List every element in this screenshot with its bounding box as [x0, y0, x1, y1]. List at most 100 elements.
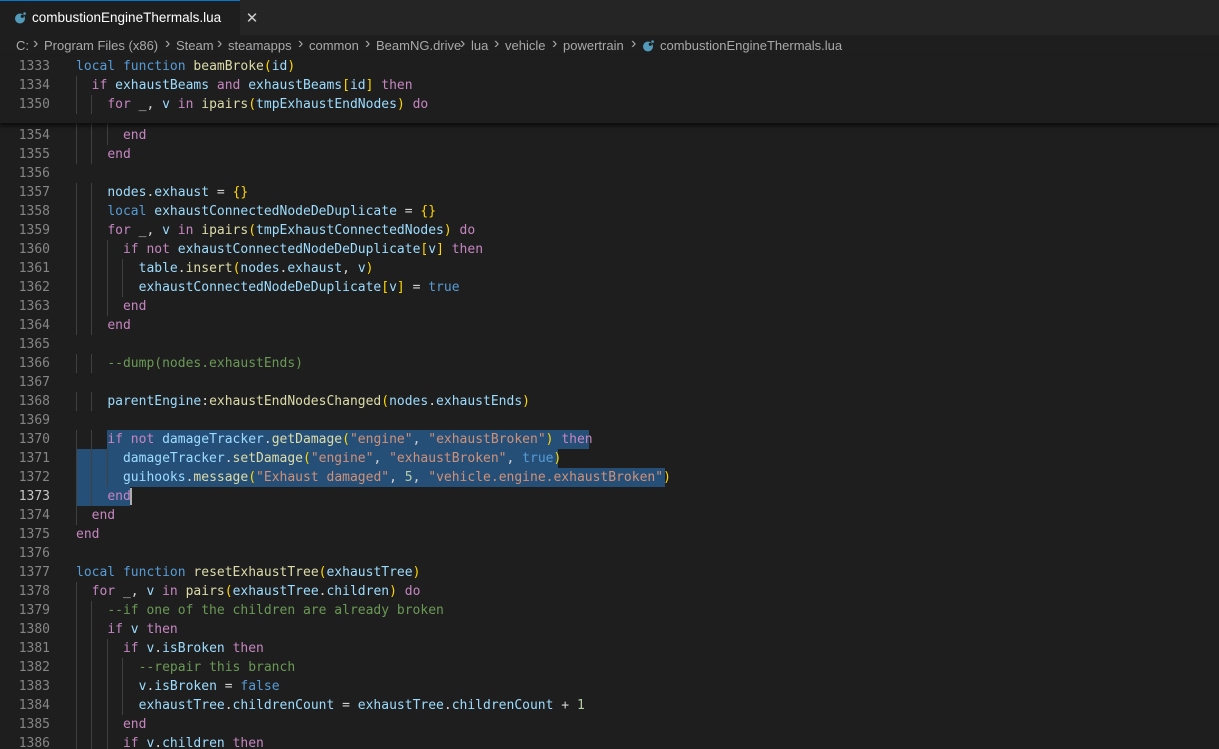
code-line: 1372 guihooks.message("Exhaust damaged",…: [0, 468, 1219, 487]
code-text[interactable]: end: [76, 145, 130, 164]
line-number: 1374: [18, 508, 50, 523]
lua-file-icon: [15, 12, 26, 24]
code-text[interactable]: table.insert(nodes.exhaust, v): [76, 259, 374, 278]
line-number: 1357: [18, 185, 50, 200]
code-text[interactable]: guihooks.message("Exhaust damaged", 5, "…: [76, 468, 671, 487]
line-number: 1385: [18, 717, 50, 732]
breadcrumb-item[interactable]: C:: [16, 38, 29, 53]
line-number: 1376: [18, 546, 50, 561]
code-line: 1379 --if one of the children are alread…: [0, 601, 1219, 620]
line-number: 1359: [18, 223, 50, 238]
code-line: 1373 end: [0, 487, 1219, 506]
line-number: 1363: [18, 299, 50, 314]
code-line: 1363 end: [0, 297, 1219, 316]
code-text[interactable]: local function beamBroke(id): [76, 57, 295, 76]
line-number: 1386: [18, 736, 50, 749]
chevron-right-icon: ›: [494, 35, 500, 52]
line-number: 1378: [18, 584, 50, 599]
code-line: 1358 local exhaustConnectedNodeDeDuplica…: [0, 202, 1219, 221]
close-icon: ✕: [245, 9, 259, 27]
line-number: 1383: [18, 679, 50, 694]
tab-combustion-engine-thermals[interactable]: combustionEngineThermals.lua: [0, 0, 240, 35]
tab-bar: combustionEngineThermals.lua ✕: [0, 0, 1219, 35]
code-text[interactable]: if v.isBroken then: [76, 639, 264, 658]
line-number: 1334: [18, 78, 50, 93]
breadcrumb-item[interactable]: combustionEngineThermals.lua: [660, 38, 842, 53]
code-text[interactable]: end: [76, 506, 115, 525]
code-line: 1381 if v.isBroken then: [0, 639, 1219, 658]
code-line: 1370 if not damageTracker.getDamage("eng…: [0, 430, 1219, 449]
line-number: 1373: [18, 489, 50, 504]
code-text[interactable]: --dump(nodes.exhaustEnds): [76, 354, 303, 373]
code-text[interactable]: if not damageTracker.getDamage("engine",…: [76, 430, 592, 449]
line-number: 1350: [18, 97, 50, 112]
code-text[interactable]: v.isBroken = false: [76, 677, 280, 696]
code-text[interactable]: if v.children then: [76, 734, 264, 749]
code-editor[interactable]: 1351 if not exhaustEndNodeDeDuplicate[v.…: [0, 57, 1219, 749]
code-line: 1374 end: [0, 506, 1219, 525]
line-number: 1369: [18, 413, 50, 428]
lua-file-icon: [643, 40, 654, 52]
breadcrumb-item[interactable]: powertrain: [563, 38, 624, 53]
chevron-right-icon: ›: [33, 35, 39, 52]
code-text[interactable]: nodes.exhaust = {}: [76, 183, 248, 202]
line-number: 1367: [18, 375, 50, 390]
code-line: 1368 parentEngine:exhaustEndNodesChanged…: [0, 392, 1219, 411]
code-text[interactable]: if exhaustBeams and exhaustBeams[id] the…: [76, 76, 413, 95]
breadcrumb-item[interactable]: vehicle: [505, 38, 545, 53]
breadcrumb-item[interactable]: BeamNG.drive: [376, 38, 461, 53]
breadcrumb-item[interactable]: common: [309, 38, 359, 53]
breadcrumb-item[interactable]: Program Files (x86): [44, 38, 158, 53]
code-text[interactable]: for _, v in ipairs(tmpExhaustEndNodes) d…: [76, 95, 428, 114]
breadcrumb-item[interactable]: steamapps: [228, 38, 292, 53]
close-tab-button[interactable]: ✕: [242, 8, 262, 28]
line-number: 1380: [18, 622, 50, 637]
sticky-line: 1333 local function beamBroke(id): [0, 57, 1219, 76]
code-text[interactable]: end: [76, 715, 146, 734]
code-text[interactable]: local function resetExhaustTree(exhaustT…: [76, 563, 420, 582]
code-text[interactable]: damageTracker.setDamage("engine", "exhau…: [76, 449, 561, 468]
line-number: 1364: [18, 318, 50, 333]
line-number: 1375: [18, 527, 50, 542]
code-text[interactable]: end: [76, 126, 146, 145]
code-text[interactable]: --repair this branch: [76, 658, 296, 677]
code-text[interactable]: end: [76, 297, 146, 316]
line-number: 1361: [18, 261, 50, 276]
code-line: 1359 for _, v in ipairs(tmpExhaustConnec…: [0, 221, 1219, 240]
code-line: 1357 nodes.exhaust = {}: [0, 183, 1219, 202]
tab-label: combustionEngineThermals.lua: [32, 10, 222, 25]
code-text[interactable]: for _, v in pairs(exhaustTree.children) …: [76, 582, 421, 601]
code-line: 1367: [0, 373, 1219, 392]
code-text[interactable]: for _, v in ipairs(tmpExhaustConnectedNo…: [76, 221, 475, 240]
chevron-right-icon: ›: [165, 35, 171, 52]
line-number: 1354: [18, 128, 50, 143]
line-number: 1362: [18, 280, 50, 295]
code-text[interactable]: end: [76, 525, 99, 544]
chevron-right-icon: ›: [460, 35, 466, 52]
sticky-scroll-header: 1333 local function beamBroke(id) 1334 if …: [0, 57, 1219, 123]
code-line: 1375 end: [0, 525, 1219, 544]
code-text[interactable]: parentEngine:exhaustEndNodesChanged(node…: [76, 392, 530, 411]
code-text[interactable]: if v then: [76, 620, 177, 639]
code-text[interactable]: --if one of the children are already bro…: [76, 601, 444, 620]
line-number: 1370: [18, 432, 50, 447]
code-line: 1355 end: [0, 145, 1219, 164]
code-text[interactable]: end: [76, 316, 130, 335]
line-number: 1365: [18, 337, 50, 352]
text-cursor: [129, 488, 132, 505]
breadcrumb-item[interactable]: Steam: [176, 38, 214, 53]
code-line: 1380 if v then: [0, 620, 1219, 639]
code-line: 1354 end: [0, 126, 1219, 145]
code-text[interactable]: if not exhaustConnectedNodeDeDuplicate[v…: [76, 240, 483, 259]
code-text[interactable]: exhaustTree.childrenCount = exhaustTree.…: [76, 696, 585, 715]
chevron-right-icon: ›: [552, 35, 558, 52]
sticky-line: 1350 for _, v in ipairs(tmpExhaustEndNod…: [0, 95, 1219, 114]
line-number: 1356: [18, 166, 50, 181]
code-text[interactable]: exhaustConnectedNodeDeDuplicate[v] = tru…: [76, 278, 460, 297]
code-text[interactable]: end: [76, 487, 130, 506]
code-text[interactable]: local exhaustConnectedNodeDeDuplicate = …: [76, 202, 436, 221]
code-line: 1365: [0, 335, 1219, 354]
line-number: 1381: [18, 641, 50, 656]
code-line: 1386 if v.children then: [0, 734, 1219, 749]
breadcrumb-item[interactable]: lua: [471, 38, 488, 53]
